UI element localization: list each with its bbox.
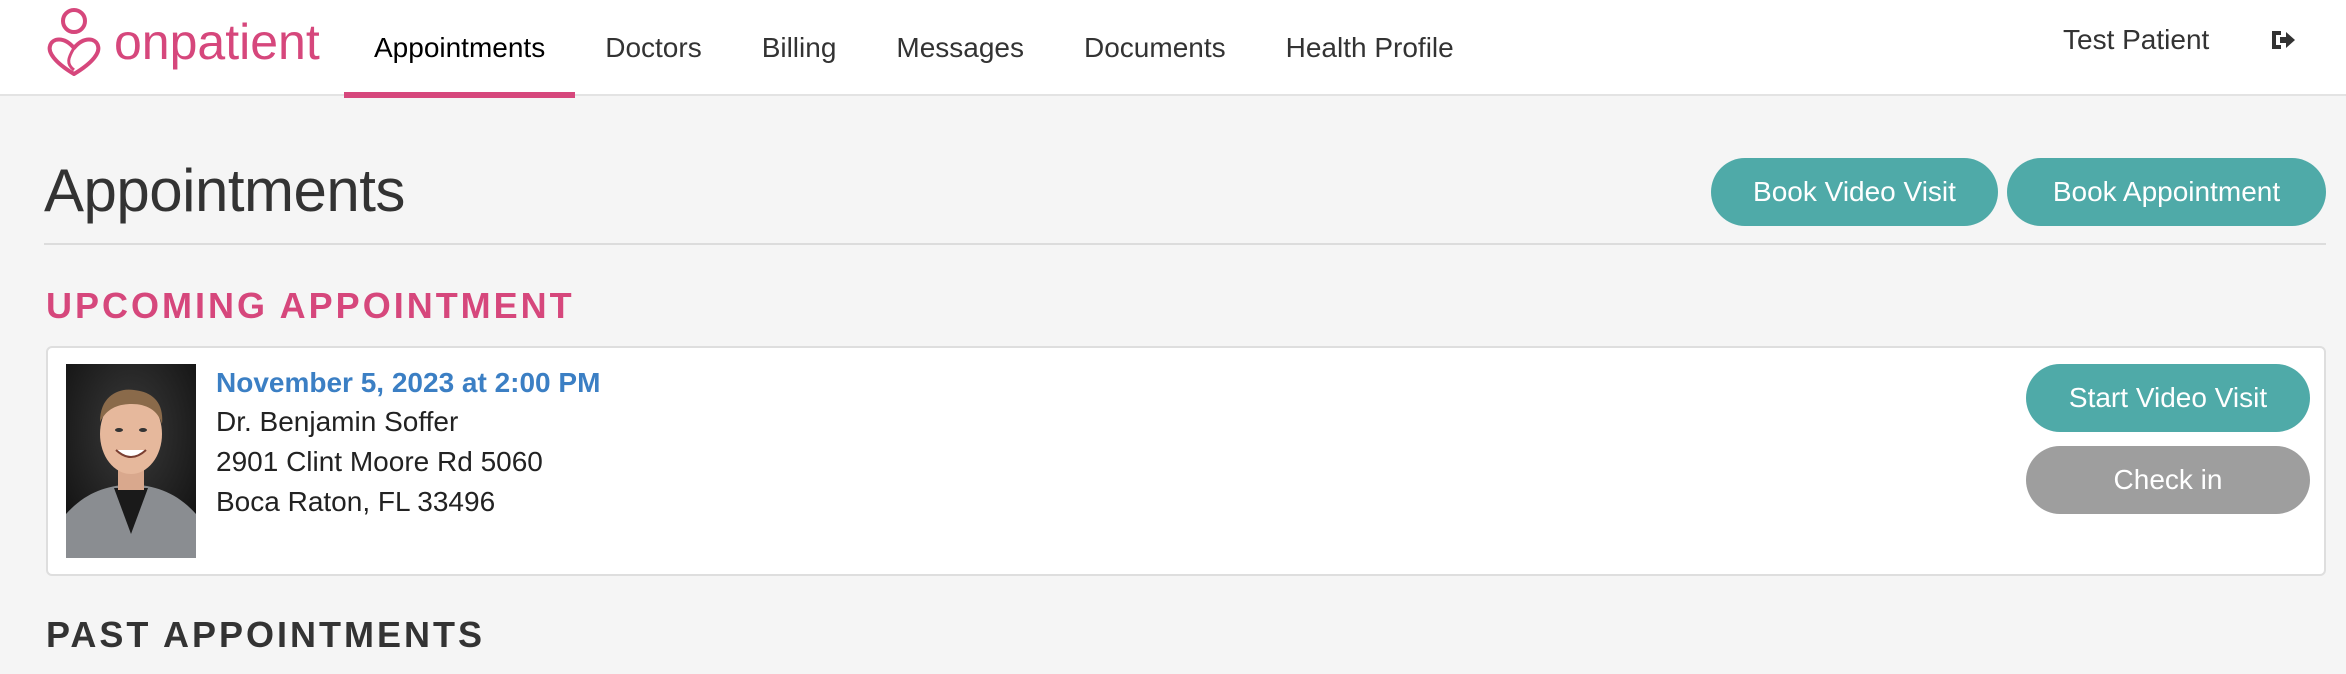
onpatient-logo[interactable]: onpatient (44, 4, 320, 80)
upcoming-heading: UPCOMING APPOINTMENT (46, 285, 575, 326)
start-video-visit-button[interactable]: Start Video Visit (2026, 364, 2310, 432)
appointment-details: November 5, 2023 at 2:00 PM Dr. Benjamin… (216, 364, 600, 522)
tab-messages[interactable]: Messages (866, 0, 1054, 96)
header-divider (44, 243, 2326, 245)
book-video-visit-button[interactable]: Book Video Visit (1711, 158, 1998, 226)
tab-doctors[interactable]: Doctors (575, 0, 731, 96)
user-name: Test Patient (2063, 24, 2210, 55)
tab-billing[interactable]: Billing (732, 0, 867, 96)
page-title: Appointments (44, 157, 405, 224)
past-appointments-heading: PAST APPOINTMENTS (46, 614, 486, 655)
book-appointment-button[interactable]: Book Appointment (2007, 158, 2326, 226)
tab-health-profile[interactable]: Health Profile (1256, 0, 1484, 96)
logout-icon[interactable] (2268, 26, 2298, 54)
check-in-button[interactable]: Check in (2026, 446, 2310, 514)
appointment-date[interactable]: November 5, 2023 at 2:00 PM (216, 364, 600, 402)
user-menu[interactable]: Test Patient (2063, 0, 2209, 80)
logo-wordmark: onpatient (114, 14, 320, 70)
tab-documents[interactable]: Documents (1054, 0, 1256, 96)
top-navbar: onpatient Appointments Doctors Billing M… (0, 0, 2346, 98)
doctor-photo (66, 364, 196, 558)
tab-appointments[interactable]: Appointments (344, 0, 576, 98)
logo-icon (47, 8, 101, 76)
doctor-name: Dr. Benjamin Soffer (216, 406, 459, 437)
address-line-2: Boca Raton, FL 33496 (216, 486, 496, 517)
main-nav: Appointments Doctors Billing Messages Do… (344, 0, 1484, 98)
address-line-1: 2901 Clint Moore Rd 5060 (216, 446, 543, 477)
upcoming-appointment-card: November 5, 2023 at 2:00 PM Dr. Benjamin… (46, 346, 2326, 576)
